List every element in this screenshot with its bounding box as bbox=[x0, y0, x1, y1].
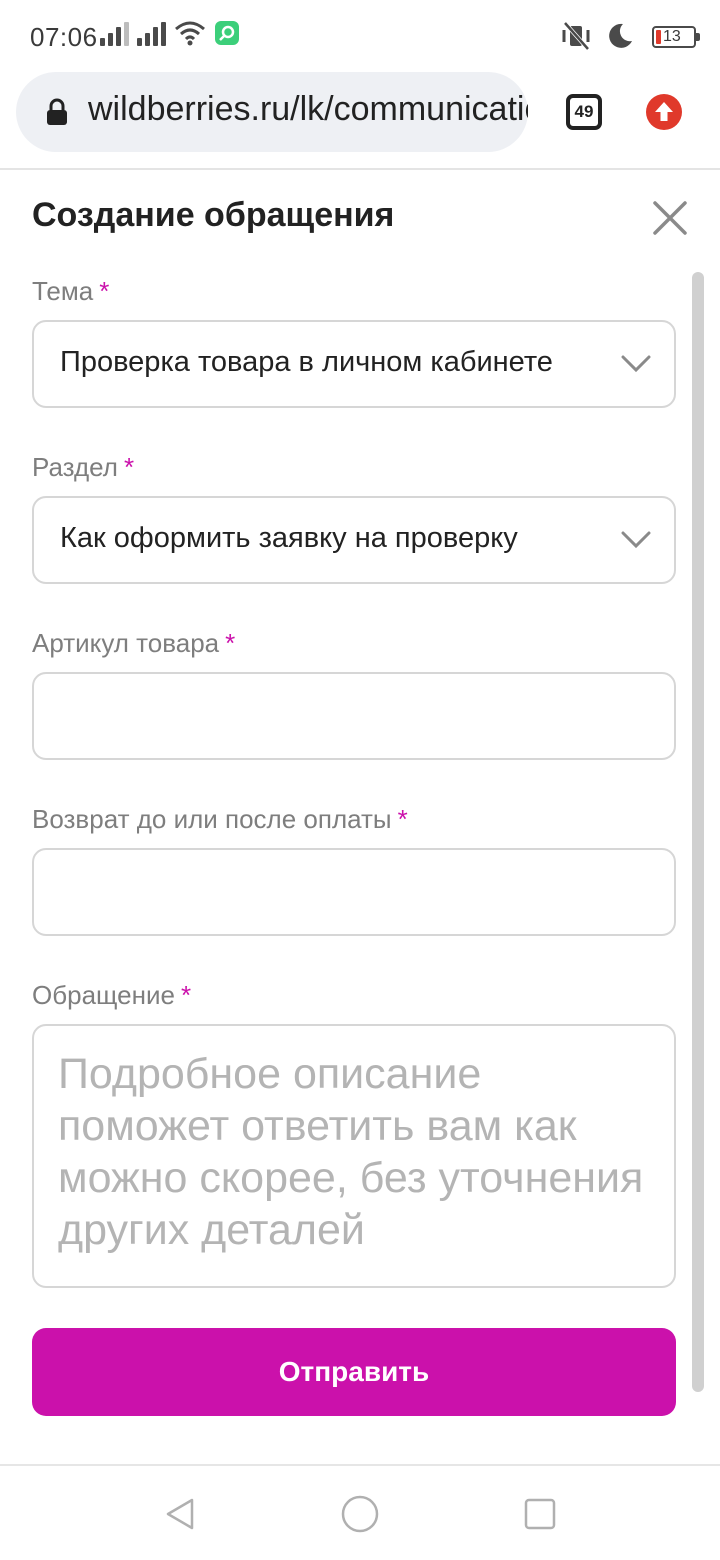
message-placeholder: Подробное описание поможет ответить вам … bbox=[58, 1050, 644, 1254]
lock-icon bbox=[47, 98, 67, 125]
topic-select[interactable]: Проверка товара в личном кабинете bbox=[32, 320, 676, 408]
back-icon[interactable] bbox=[160, 1494, 200, 1534]
status-bar: 07:06 13 bbox=[0, 0, 720, 72]
battery-level: 13 bbox=[663, 28, 681, 45]
topic-label-text: Тема bbox=[32, 276, 94, 306]
required-mark: * bbox=[180, 980, 192, 1010]
battery-icon: 13 bbox=[652, 26, 700, 48]
browser-toolbar: wildberries.ru/lk/communications 49 bbox=[0, 72, 720, 170]
close-icon[interactable] bbox=[652, 200, 688, 236]
article-label-text: Артикул товара bbox=[32, 628, 220, 658]
section-select-value: Как оформить заявку на проверку bbox=[60, 522, 518, 554]
section-label-text: Раздел bbox=[32, 452, 118, 482]
home-icon[interactable] bbox=[340, 1494, 380, 1534]
url-text: wildberries.ru/lk/communications bbox=[88, 90, 528, 128]
section-select[interactable]: Как оформить заявку на проверку bbox=[32, 496, 676, 584]
article-field bbox=[32, 672, 676, 760]
topic-select-value: Проверка товара в личном кабинете bbox=[60, 346, 553, 378]
app-notification-icon bbox=[215, 21, 239, 45]
required-mark: * bbox=[123, 452, 135, 482]
url-bar[interactable]: wildberries.ru/lk/communications bbox=[16, 72, 528, 152]
status-time: 07:06 bbox=[30, 22, 98, 52]
required-mark: * bbox=[397, 804, 408, 834]
scrollbar[interactable] bbox=[692, 272, 704, 1392]
return-input[interactable] bbox=[34, 850, 674, 934]
message-textarea[interactable]: Подробное описание поможет ответить вам … bbox=[32, 1024, 676, 1288]
status-left-icons bbox=[100, 20, 240, 46]
message-label-text: Обращение bbox=[32, 980, 175, 1010]
submit-button[interactable]: Отправить bbox=[32, 1328, 676, 1416]
return-field bbox=[32, 848, 676, 936]
return-label: Возврат до или после оплаты * bbox=[32, 804, 408, 835]
signal-icon bbox=[100, 20, 129, 46]
do-not-disturb-icon bbox=[609, 23, 632, 48]
required-mark: * bbox=[99, 276, 110, 306]
status-right-icons: 13 bbox=[560, 20, 720, 56]
vibrate-off-icon bbox=[562, 21, 590, 51]
required-mark: * bbox=[225, 628, 236, 658]
chevron-down-icon bbox=[621, 531, 651, 549]
topic-label: Тема * bbox=[32, 276, 109, 307]
chevron-down-icon bbox=[621, 355, 651, 373]
return-label-text: Возврат до или после оплаты bbox=[32, 804, 392, 834]
message-label: Обращение * bbox=[32, 980, 191, 1011]
section-label: Раздел * bbox=[32, 452, 134, 483]
update-icon[interactable] bbox=[646, 94, 682, 130]
system-nav-bar bbox=[0, 1464, 720, 1560]
modal-title: Создание обращения bbox=[32, 196, 395, 234]
signal-icon bbox=[137, 20, 166, 46]
article-label: Артикул товара * bbox=[32, 628, 235, 659]
recents-icon[interactable] bbox=[520, 1494, 560, 1534]
tabs-icon[interactable]: 49 bbox=[566, 94, 602, 130]
wifi-icon bbox=[175, 21, 205, 46]
article-input[interactable] bbox=[34, 674, 674, 758]
